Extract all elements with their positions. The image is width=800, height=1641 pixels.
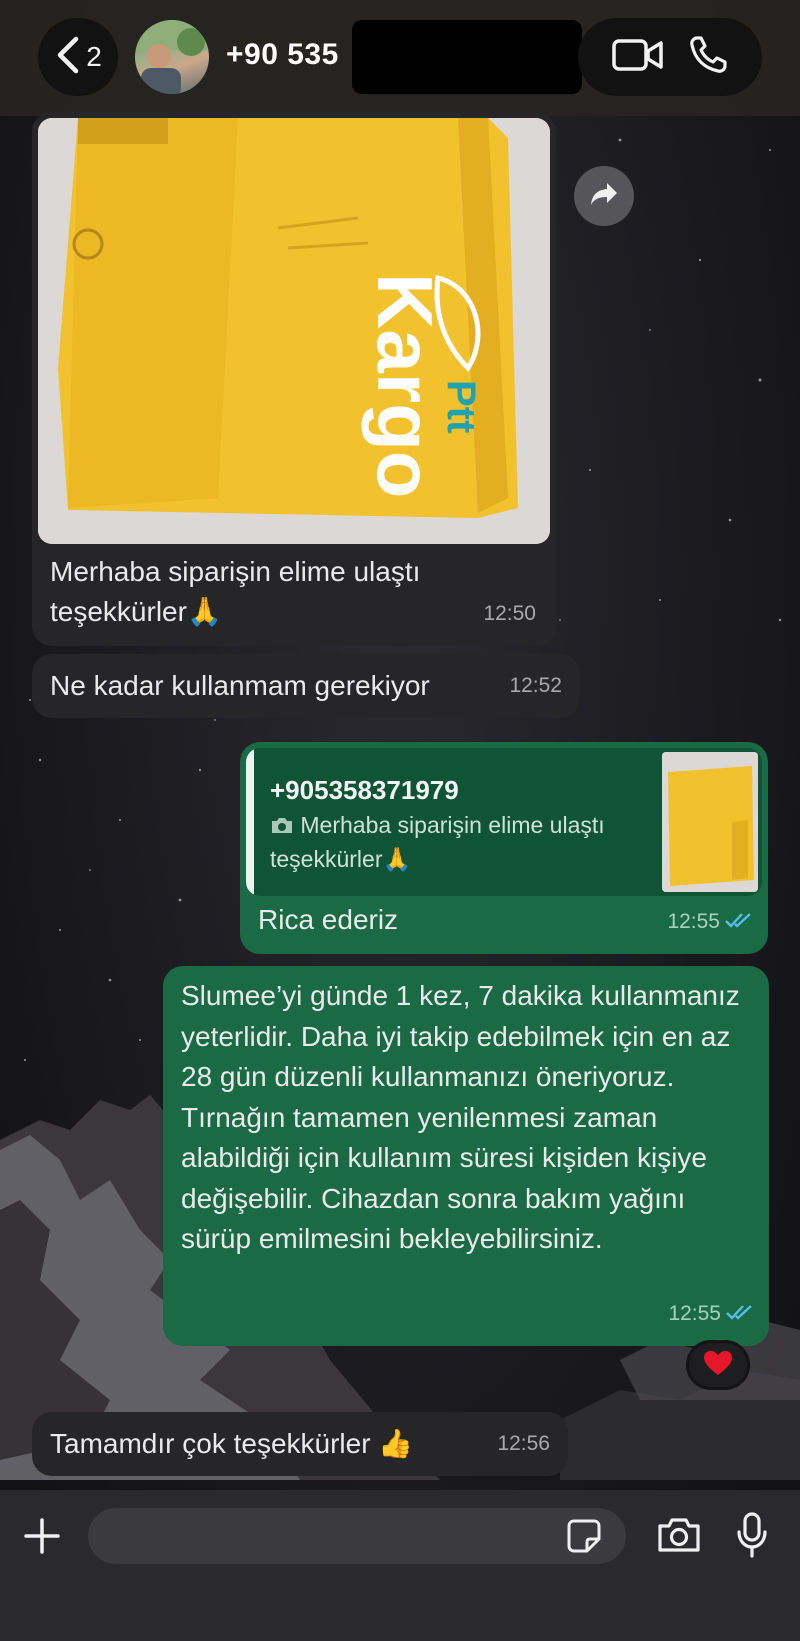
forward-button[interactable] bbox=[574, 166, 634, 226]
message-text: Merhaba siparişin elime ulaştı teşekkürl… bbox=[50, 556, 421, 627]
reaction-badge[interactable] bbox=[686, 1340, 750, 1390]
unread-count: 2 bbox=[86, 41, 102, 72]
incoming-message[interactable]: Tamamdır çok teşekkürler 👍 12:56 bbox=[32, 1412, 568, 1476]
quoted-sender: +905358371979 bbox=[270, 775, 459, 805]
composer-bar bbox=[0, 1490, 800, 1641]
microphone-icon[interactable] bbox=[736, 1512, 768, 1563]
message-input[interactable] bbox=[88, 1508, 626, 1564]
redaction-block bbox=[352, 20, 582, 94]
sticker-icon[interactable] bbox=[566, 1518, 602, 1559]
avatar[interactable] bbox=[135, 20, 209, 94]
message-text: Ne kadar kullanmam gerekiyor bbox=[50, 670, 430, 701]
message-time: 12:55 bbox=[667, 910, 720, 933]
chevron-left-icon bbox=[54, 36, 80, 79]
package-photo[interactable]: Ptt Kargo bbox=[38, 118, 550, 544]
message-time: 12:55 bbox=[668, 1302, 721, 1325]
camera-icon[interactable] bbox=[656, 1516, 702, 1559]
message-text: Slumee’yi günde 1 kez, 7 dakika kullanma… bbox=[181, 980, 740, 1254]
message-text: Rica ederiz bbox=[258, 904, 399, 935]
quoted-text: Merhaba siparişin elime ulaştı teşekkürl… bbox=[270, 812, 605, 872]
message-time: 12:52 bbox=[509, 674, 562, 697]
call-actions bbox=[578, 18, 762, 96]
forward-icon bbox=[589, 181, 619, 212]
plus-icon[interactable] bbox=[22, 1516, 62, 1561]
image-message[interactable]: Ptt Kargo Merhaba siparişin elime ulaştı… bbox=[32, 112, 556, 646]
read-receipt-icon bbox=[724, 900, 754, 940]
message-time: 12:56 bbox=[497, 1432, 550, 1455]
read-receipt-icon bbox=[725, 1292, 755, 1332]
video-camera-icon[interactable] bbox=[612, 37, 664, 78]
heart-icon bbox=[703, 1350, 733, 1381]
camera-icon bbox=[270, 812, 300, 838]
outgoing-reply-message[interactable]: +905358371979 Merhaba siparişin elime ul… bbox=[240, 742, 768, 954]
message-time: 12:50 bbox=[483, 602, 536, 625]
quoted-text-block: Merhaba siparişin elime ulaştı teşekkürl… bbox=[270, 808, 640, 876]
quoted-message[interactable]: +905358371979 Merhaba siparişin elime ul… bbox=[246, 748, 762, 896]
back-button[interactable]: 2 bbox=[38, 18, 118, 96]
chat-header: 2 +90 535 bbox=[0, 0, 800, 116]
phone-icon[interactable] bbox=[688, 35, 728, 80]
contact-title[interactable]: +90 535 bbox=[226, 38, 339, 72]
quote-bar bbox=[246, 748, 254, 896]
outgoing-message[interactable]: Slumee’yi günde 1 kez, 7 dakika kullanma… bbox=[163, 966, 769, 1346]
incoming-message[interactable]: Ne kadar kullanmam gerekiyor 12:52 bbox=[32, 654, 580, 718]
message-text: Tamamdır çok teşekkürler 👍 bbox=[50, 1428, 414, 1459]
quoted-thumbnail bbox=[662, 752, 758, 892]
kargo-text: Kargo bbox=[361, 273, 449, 498]
